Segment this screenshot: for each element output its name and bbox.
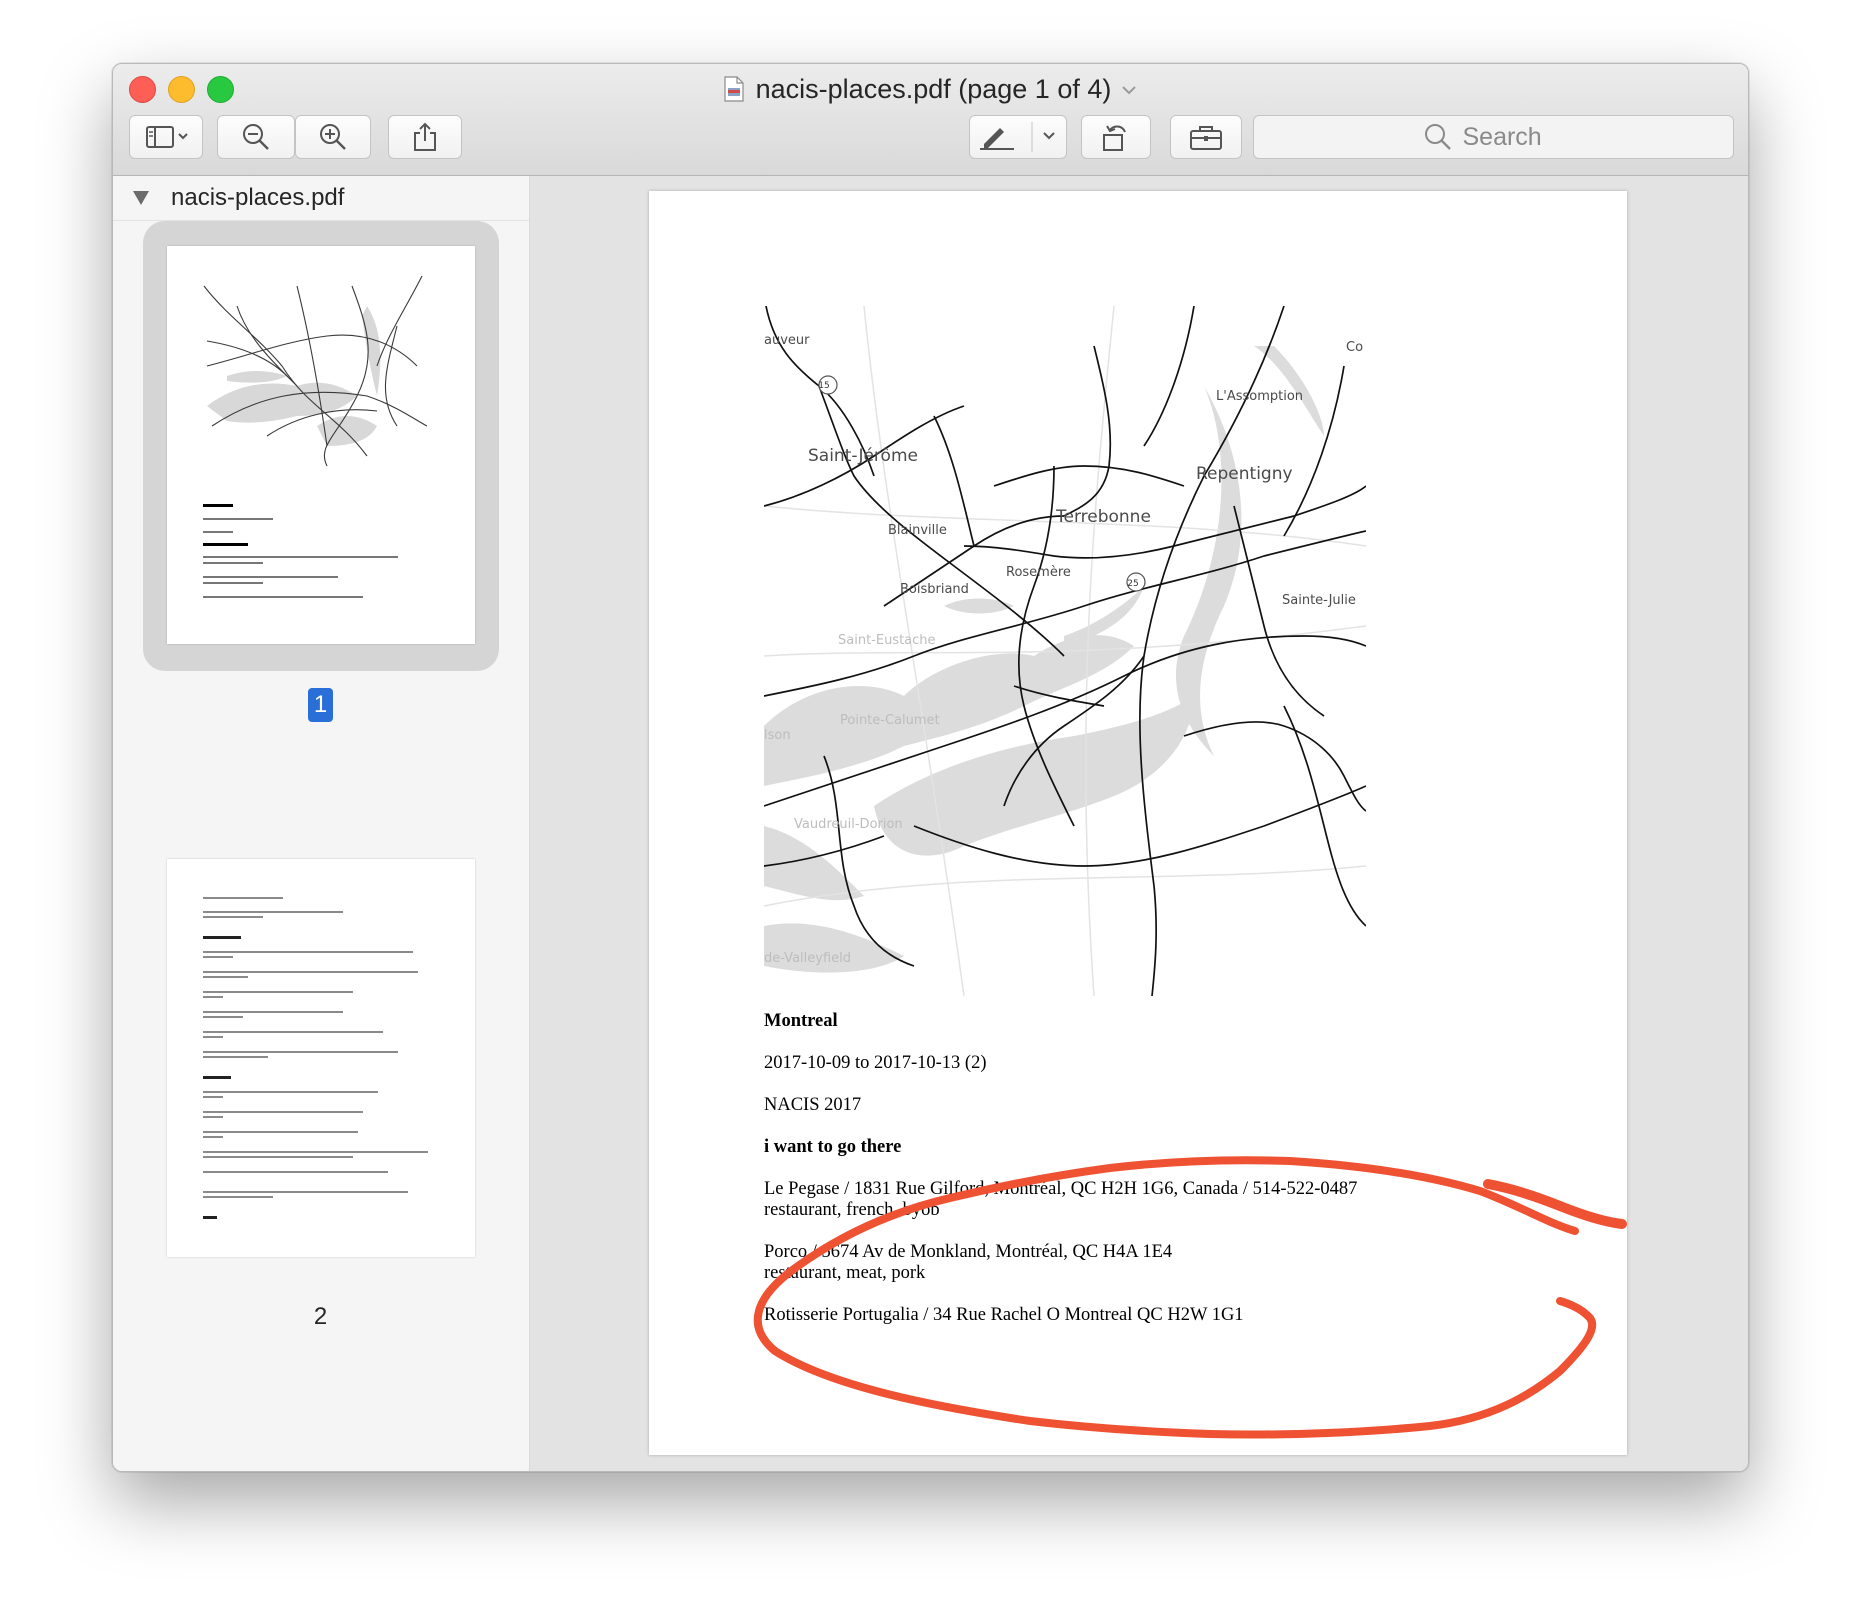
- highway-label: 25: [1127, 579, 1138, 589]
- markup-button[interactable]: [969, 115, 1067, 159]
- thumbnail-map-image: [203, 275, 428, 598]
- page-number-label-2: 2: [313, 1303, 328, 1330]
- map-label: Vaudreuil-Dorion: [794, 817, 903, 832]
- page-number-badge-1: 1: [308, 688, 333, 722]
- zoom-in-icon: [320, 124, 346, 150]
- sidebar-file-name: nacis-places.pdf: [171, 184, 345, 211]
- share-icon: [414, 122, 436, 151]
- map-label: Saint-Jérôme: [808, 446, 918, 466]
- search-field[interactable]: [1253, 115, 1734, 159]
- thumbnail-sidebar: nacis-places.pdf 1 2: [113, 176, 530, 1471]
- doc-place-line: Rotisserie Portugalia / 34 Rue Rachel O …: [764, 1305, 1244, 1325]
- doc-dates: 2017-10-09 to 2017-10-13 (2): [764, 1053, 987, 1073]
- doc-place-line: Le Pegase / 1831 Rue Gilford, Montréal, …: [764, 1179, 1358, 1199]
- toolbox-icon: [1190, 126, 1222, 150]
- search-icon: [1424, 124, 1451, 150]
- window-title[interactable]: nacis-places.pdf (page 1 of 4): [113, 72, 1748, 106]
- doc-place-tags: restaurant, french, byob: [764, 1200, 940, 1220]
- map-label: lson: [764, 728, 791, 743]
- rotate-button[interactable]: [1081, 115, 1151, 159]
- preview-window: nacis-places.pdf (page 1 of 4) Search na…: [112, 63, 1749, 1472]
- map-label: auveur: [764, 333, 810, 348]
- map-label: Repentigny: [1196, 464, 1293, 484]
- doc-place-line: Porco / 5674 Av de Monkland, Montréal, Q…: [764, 1242, 1173, 1262]
- rotate-icon: [1103, 125, 1126, 151]
- sidebar-file-header[interactable]: nacis-places.pdf: [113, 176, 529, 221]
- disclosure-triangle-icon[interactable]: [133, 191, 149, 205]
- document-view[interactable]: 15 25 Saint-Jérôme L'Assomption Repentig…: [530, 176, 1748, 1471]
- title-bar: nacis-places.pdf (page 1 of 4): [113, 64, 1748, 176]
- page-thumbnail-2[interactable]: [167, 859, 475, 1257]
- map-label: Pointe-Calumet: [840, 713, 940, 728]
- thumbnail-text-lines: [203, 897, 428, 1219]
- sidebar-toggle-button[interactable]: [129, 115, 203, 159]
- map-label: Terrebonne: [1055, 507, 1151, 527]
- zoom-out-button[interactable]: [217, 115, 295, 159]
- map-label: de-Valleyfield: [764, 951, 851, 966]
- pdf-page: 15 25 Saint-Jérôme L'Assomption Repentig…: [649, 191, 1627, 1455]
- pdf-document-icon: [724, 76, 744, 102]
- doc-section-heading: i want to go there: [764, 1137, 902, 1157]
- map-label: Rosemère: [1006, 565, 1071, 580]
- page-thumbnail-1[interactable]: [167, 246, 475, 644]
- map-label: Saint-Eustache: [838, 633, 936, 648]
- search-input[interactable]: [1460, 121, 1565, 153]
- map-label: Blainville: [888, 523, 947, 538]
- map-label: Boisbriand: [900, 582, 969, 597]
- chevron-down-icon: [1122, 86, 1137, 95]
- map-label: Sainte-Julie: [1282, 593, 1356, 608]
- montreal-map-image: 15 25 Saint-Jérôme L'Assomption Repentig…: [764, 306, 1366, 996]
- sidebar-icon: [146, 126, 188, 148]
- map-label: L'Assomption: [1216, 389, 1303, 404]
- share-button[interactable]: [388, 115, 462, 159]
- doc-heading: Montreal: [764, 1011, 838, 1031]
- toolbox-button[interactable]: [1170, 115, 1242, 159]
- window-title-text: nacis-places.pdf (page 1 of 4): [755, 74, 1112, 104]
- doc-place-tags: restaurant, meat, pork: [764, 1263, 926, 1283]
- highway-label: 15: [818, 381, 829, 391]
- zoom-in-button[interactable]: [295, 115, 371, 159]
- zoom-out-icon: [243, 124, 269, 150]
- map-label: Co: [1346, 340, 1363, 355]
- doc-event: NACIS 2017: [764, 1095, 862, 1115]
- pen-icon: [980, 122, 1055, 152]
